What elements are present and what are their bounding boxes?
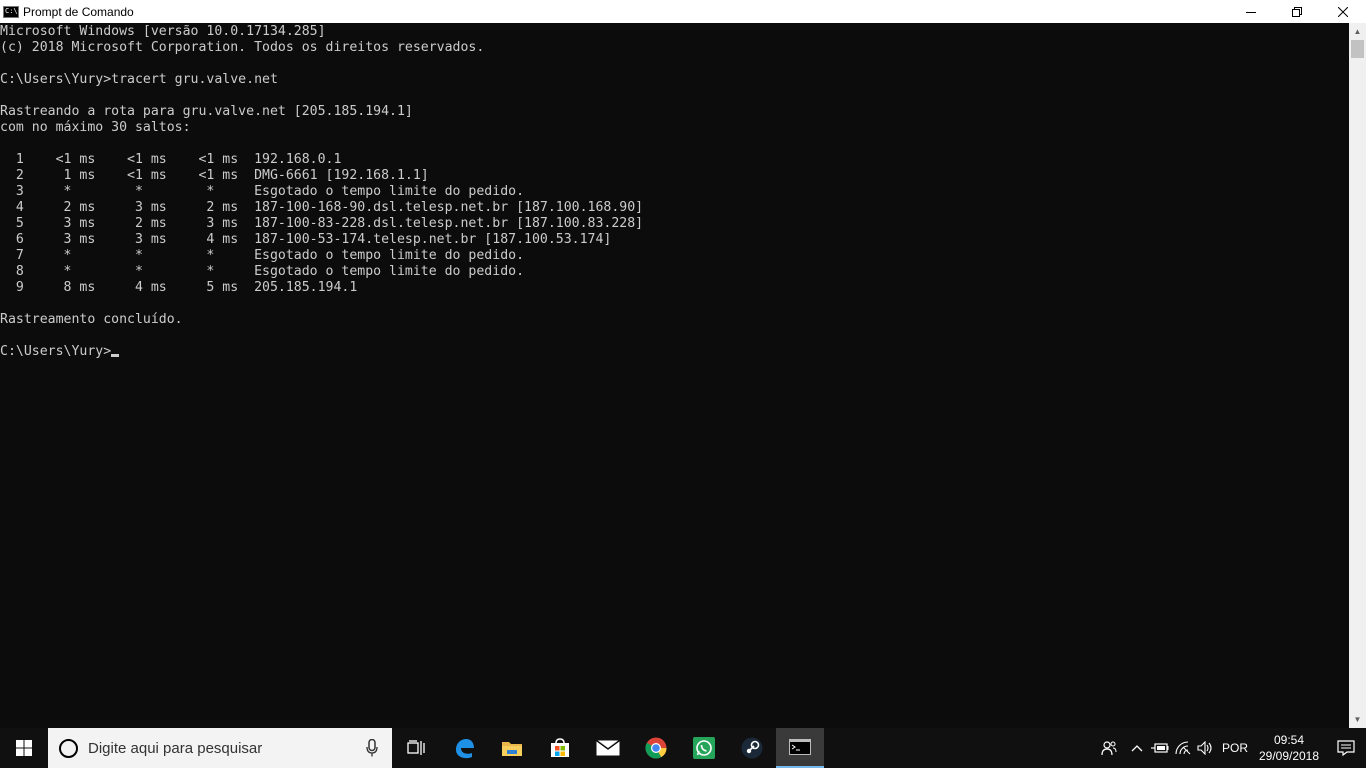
system-tray: POR 09:54 29/09/2018 [1092, 728, 1366, 768]
battery-button[interactable] [1148, 728, 1172, 768]
people-button[interactable] [1092, 728, 1126, 768]
edge-button[interactable] [440, 728, 488, 768]
cortana-icon [59, 738, 78, 758]
network-button[interactable] [1172, 728, 1194, 768]
console-output[interactable]: Microsoft Windows [versão 10.0.17134.285… [0, 23, 1349, 728]
steam-icon [741, 737, 763, 759]
whatsapp-button[interactable] [680, 728, 728, 768]
window-title: Prompt de Comando [23, 4, 134, 19]
title-bar[interactable]: Prompt de Comando [0, 0, 1366, 23]
command-prompt-icon [789, 739, 811, 755]
mail-icon [596, 740, 620, 756]
console-line: 9 8 ms 4 ms 5 ms 205.185.194.1 [0, 280, 358, 295]
task-view-icon [407, 740, 425, 755]
console-line: Rastreando a rota para gru.valve.net [20… [0, 104, 413, 119]
search-box[interactable]: Digite aqui para pesquisar [48, 728, 392, 768]
search-placeholder: Digite aqui para pesquisar [88, 739, 263, 757]
console-prompt: C:\Users\Yury> [0, 344, 112, 359]
scroll-up-arrow-icon[interactable]: ▲ [1349, 23, 1366, 40]
minimize-button[interactable] [1228, 0, 1274, 23]
people-icon [1101, 741, 1117, 756]
minimize-icon [1246, 11, 1256, 13]
close-button[interactable] [1320, 0, 1366, 23]
edge-icon [456, 739, 474, 759]
restore-button[interactable] [1274, 0, 1320, 23]
command-prompt-button[interactable] [776, 728, 824, 768]
microphone-icon[interactable] [366, 739, 378, 757]
speaker-icon [1197, 741, 1212, 755]
whatsapp-icon [693, 737, 715, 759]
start-button[interactable] [0, 728, 48, 768]
scrollbar-thumb[interactable] [1351, 40, 1364, 58]
windows-logo-icon [16, 740, 32, 756]
chrome-button[interactable] [632, 728, 680, 768]
console-line: Rastreamento concluído. [0, 312, 183, 327]
scroll-down-arrow-icon[interactable]: ▼ [1349, 711, 1366, 728]
battery-plugged-icon [1151, 743, 1169, 753]
input-language-button[interactable]: POR [1218, 728, 1252, 768]
console-line: 5 3 ms 2 ms 3 ms 187-100-83-228.dsl.tele… [0, 216, 644, 231]
file-explorer-icon [502, 742, 522, 756]
console-line: 4 2 ms 3 ms 2 ms 187-100-168-90.dsl.tele… [0, 200, 644, 215]
file-explorer-button[interactable] [488, 728, 536, 768]
store-button[interactable] [536, 728, 584, 768]
vertical-scrollbar[interactable]: ▲ ▼ [1349, 23, 1366, 728]
clock-time: 09:54 [1273, 733, 1305, 747]
restore-icon [1292, 6, 1302, 17]
cmd-app-icon[interactable] [3, 5, 19, 18]
console-line: 7 * * * Esgotado o tempo limite do pedid… [0, 248, 525, 263]
show-hidden-icons-button[interactable] [1126, 728, 1148, 768]
store-icon [551, 738, 569, 757]
console-line: 6 3 ms 3 ms 4 ms 187-100-53-174.telesp.n… [0, 232, 612, 247]
notification-icon [1337, 740, 1355, 756]
console-line: com no máximo 30 saltos: [0, 120, 191, 135]
console-line: 2 1 ms <1 ms <1 ms DMG-6661 [192.168.1.1… [0, 168, 429, 183]
action-center-button[interactable] [1326, 728, 1366, 768]
console-line: Microsoft Windows [versão 10.0.17134.285… [0, 24, 326, 39]
console-line: 8 * * * Esgotado o tempo limite do pedid… [0, 264, 525, 279]
steam-button[interactable] [728, 728, 776, 768]
task-view-button[interactable] [392, 728, 440, 768]
chevron-up-icon [1131, 745, 1143, 752]
close-icon [1338, 6, 1348, 17]
clock-date: 29/09/2018 [1258, 749, 1320, 763]
volume-button[interactable] [1194, 728, 1218, 768]
window-controls [1228, 0, 1366, 23]
taskbar: Digite aqui para pesquisar POR 09:54 29/… [0, 728, 1366, 768]
chrome-icon [645, 737, 667, 759]
wifi-icon [1175, 741, 1191, 755]
console-line: (c) 2018 Microsoft Corporation. Todos os… [0, 40, 485, 55]
console-line: 1 <1 ms <1 ms <1 ms 192.168.0.1 [0, 152, 342, 167]
console-line: C:\Users\Yury>tracert gru.valve.net [0, 72, 278, 87]
text-cursor [111, 354, 120, 357]
clock-button[interactable]: 09:54 29/09/2018 [1252, 728, 1326, 768]
mail-button[interactable] [584, 728, 632, 768]
console-text: Microsoft Windows [versão 10.0.17134.285… [0, 23, 1349, 360]
console-line: 3 * * * Esgotado o tempo limite do pedid… [0, 184, 525, 199]
